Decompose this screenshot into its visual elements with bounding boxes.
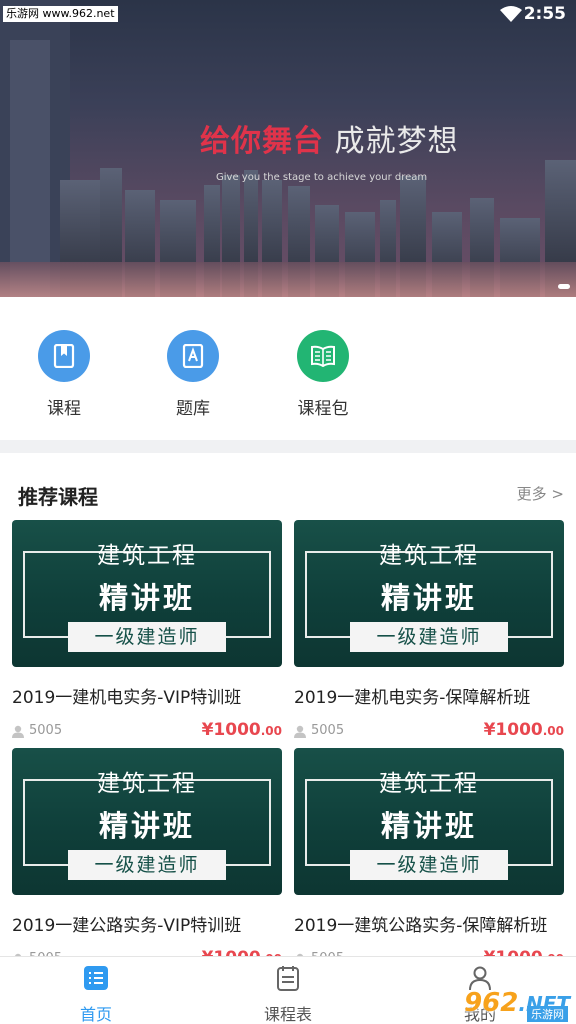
price-cents: .00 <box>260 724 282 738</box>
banner-title-white: 成就梦想 <box>334 124 459 159</box>
course-card[interactable]: 建筑工程 精讲班 一级建造师 2019一建机电实务-VIP特训班 5005 ¥1… <box>12 520 282 742</box>
thumbnail-badge: 一级建造师 <box>350 622 508 652</box>
banner-subtitle: Give you the stage to achieve your dream <box>216 172 428 183</box>
status-time: 2:55 <box>523 4 566 24</box>
banner-title: 给你舞台 成就梦想 <box>200 116 459 160</box>
bookmark-book-icon <box>38 330 90 382</box>
course-thumbnail: 建筑工程 精讲班 一级建造师 <box>12 748 282 895</box>
open-book-icon <box>297 330 349 382</box>
course-title: 2019一建机电实务-VIP特训班 <box>12 688 242 708</box>
course-title: 2019一建公路实务-VIP特训班 <box>12 916 242 936</box>
student-count: 5005 <box>311 723 345 738</box>
thumbnail-line1: 建筑工程 <box>379 771 479 797</box>
tab-label: 首页 <box>79 1005 112 1024</box>
watermark-main: 962 <box>464 988 519 1018</box>
thumbnail-line1: 建筑工程 <box>379 543 479 569</box>
course-meta: 5005 ¥1000.00 <box>294 720 564 742</box>
thumbnail-badge: 一级建造师 <box>68 622 226 652</box>
tab-schedule[interactable]: 课程表 <box>238 965 338 1024</box>
nav-item-courses[interactable]: 课程 <box>24 330 104 419</box>
more-link[interactable]: 更多 > <box>517 483 564 504</box>
question-bank-icon <box>167 330 219 382</box>
course-meta: 5005 ¥1000.00 <box>12 720 282 742</box>
course-card[interactable]: 建筑工程 精讲班 一级建造师 2019一建机电实务-保障解析班 5005 ¥10… <box>294 520 564 742</box>
price-amount: ¥1000 <box>201 720 261 740</box>
nav-label: 课程 <box>47 399 81 419</box>
carousel-indicator[interactable] <box>558 284 570 289</box>
thumbnail-line2: 精讲班 <box>380 581 477 615</box>
thumbnail-badge: 一级建造师 <box>68 850 226 880</box>
wifi-icon <box>500 6 522 22</box>
course-price: ¥1000.00 <box>484 720 564 740</box>
course-thumbnail: 建筑工程 精讲班 一级建造师 <box>12 520 282 667</box>
price-cents: .00 <box>542 724 564 738</box>
tab-label: 课程表 <box>263 1005 312 1024</box>
thumbnail-line1: 建筑工程 <box>97 771 197 797</box>
thumbnail-line2: 精讲班 <box>380 809 477 843</box>
student-count: 5005 <box>29 723 63 738</box>
watermark-sub: 乐游网 <box>527 1006 568 1022</box>
quick-nav: 课程 题库 课程包 <box>0 297 576 440</box>
course-price: ¥1000.00 <box>202 720 282 740</box>
user-count-icon <box>294 725 306 738</box>
watermark-label: 乐游网 www.962.net <box>3 6 118 22</box>
course-thumbnail: 建筑工程 精讲班 一级建造师 <box>294 520 564 667</box>
nav-item-question-bank[interactable]: 题库 <box>153 330 233 419</box>
schedule-icon <box>277 966 299 991</box>
section-divider <box>0 440 576 453</box>
nav-label: 课程包 <box>297 399 349 419</box>
course-card[interactable]: 建筑工程 精讲班 一级建造师 2019一建筑公路实务-保障解析班 5005 ¥1… <box>294 748 564 970</box>
price-amount: ¥1000 <box>483 720 543 740</box>
course-title: 2019一建筑公路实务-保障解析班 <box>294 916 548 936</box>
thumbnail-badge: 一级建造师 <box>350 850 508 880</box>
course-card[interactable]: 建筑工程 精讲班 一级建造师 2019一建公路实务-VIP特训班 5005 ¥1… <box>12 748 282 970</box>
thumbnail-line1: 建筑工程 <box>97 543 197 569</box>
section-title: 推荐课程 <box>18 485 98 509</box>
nav-label: 题库 <box>176 399 210 419</box>
nav-item-course-package[interactable]: 课程包 <box>283 330 363 419</box>
course-title: 2019一建机电实务-保障解析班 <box>294 688 531 708</box>
tab-home[interactable]: 首页 <box>46 965 146 1024</box>
thumbnail-line2: 精讲班 <box>98 809 195 843</box>
status-bar: 乐游网 www.962.net 2:55 <box>0 0 576 30</box>
thumbnail-line2: 精讲班 <box>98 581 195 615</box>
banner-title-red: 给你舞台 <box>200 124 324 159</box>
hero-banner[interactable]: 乐游网 www.962.net 2:55 给你舞台 成就梦想 Give you … <box>0 0 576 297</box>
user-count-icon <box>12 725 24 738</box>
home-list-icon <box>84 966 108 990</box>
course-thumbnail: 建筑工程 精讲班 一级建造师 <box>294 748 564 895</box>
